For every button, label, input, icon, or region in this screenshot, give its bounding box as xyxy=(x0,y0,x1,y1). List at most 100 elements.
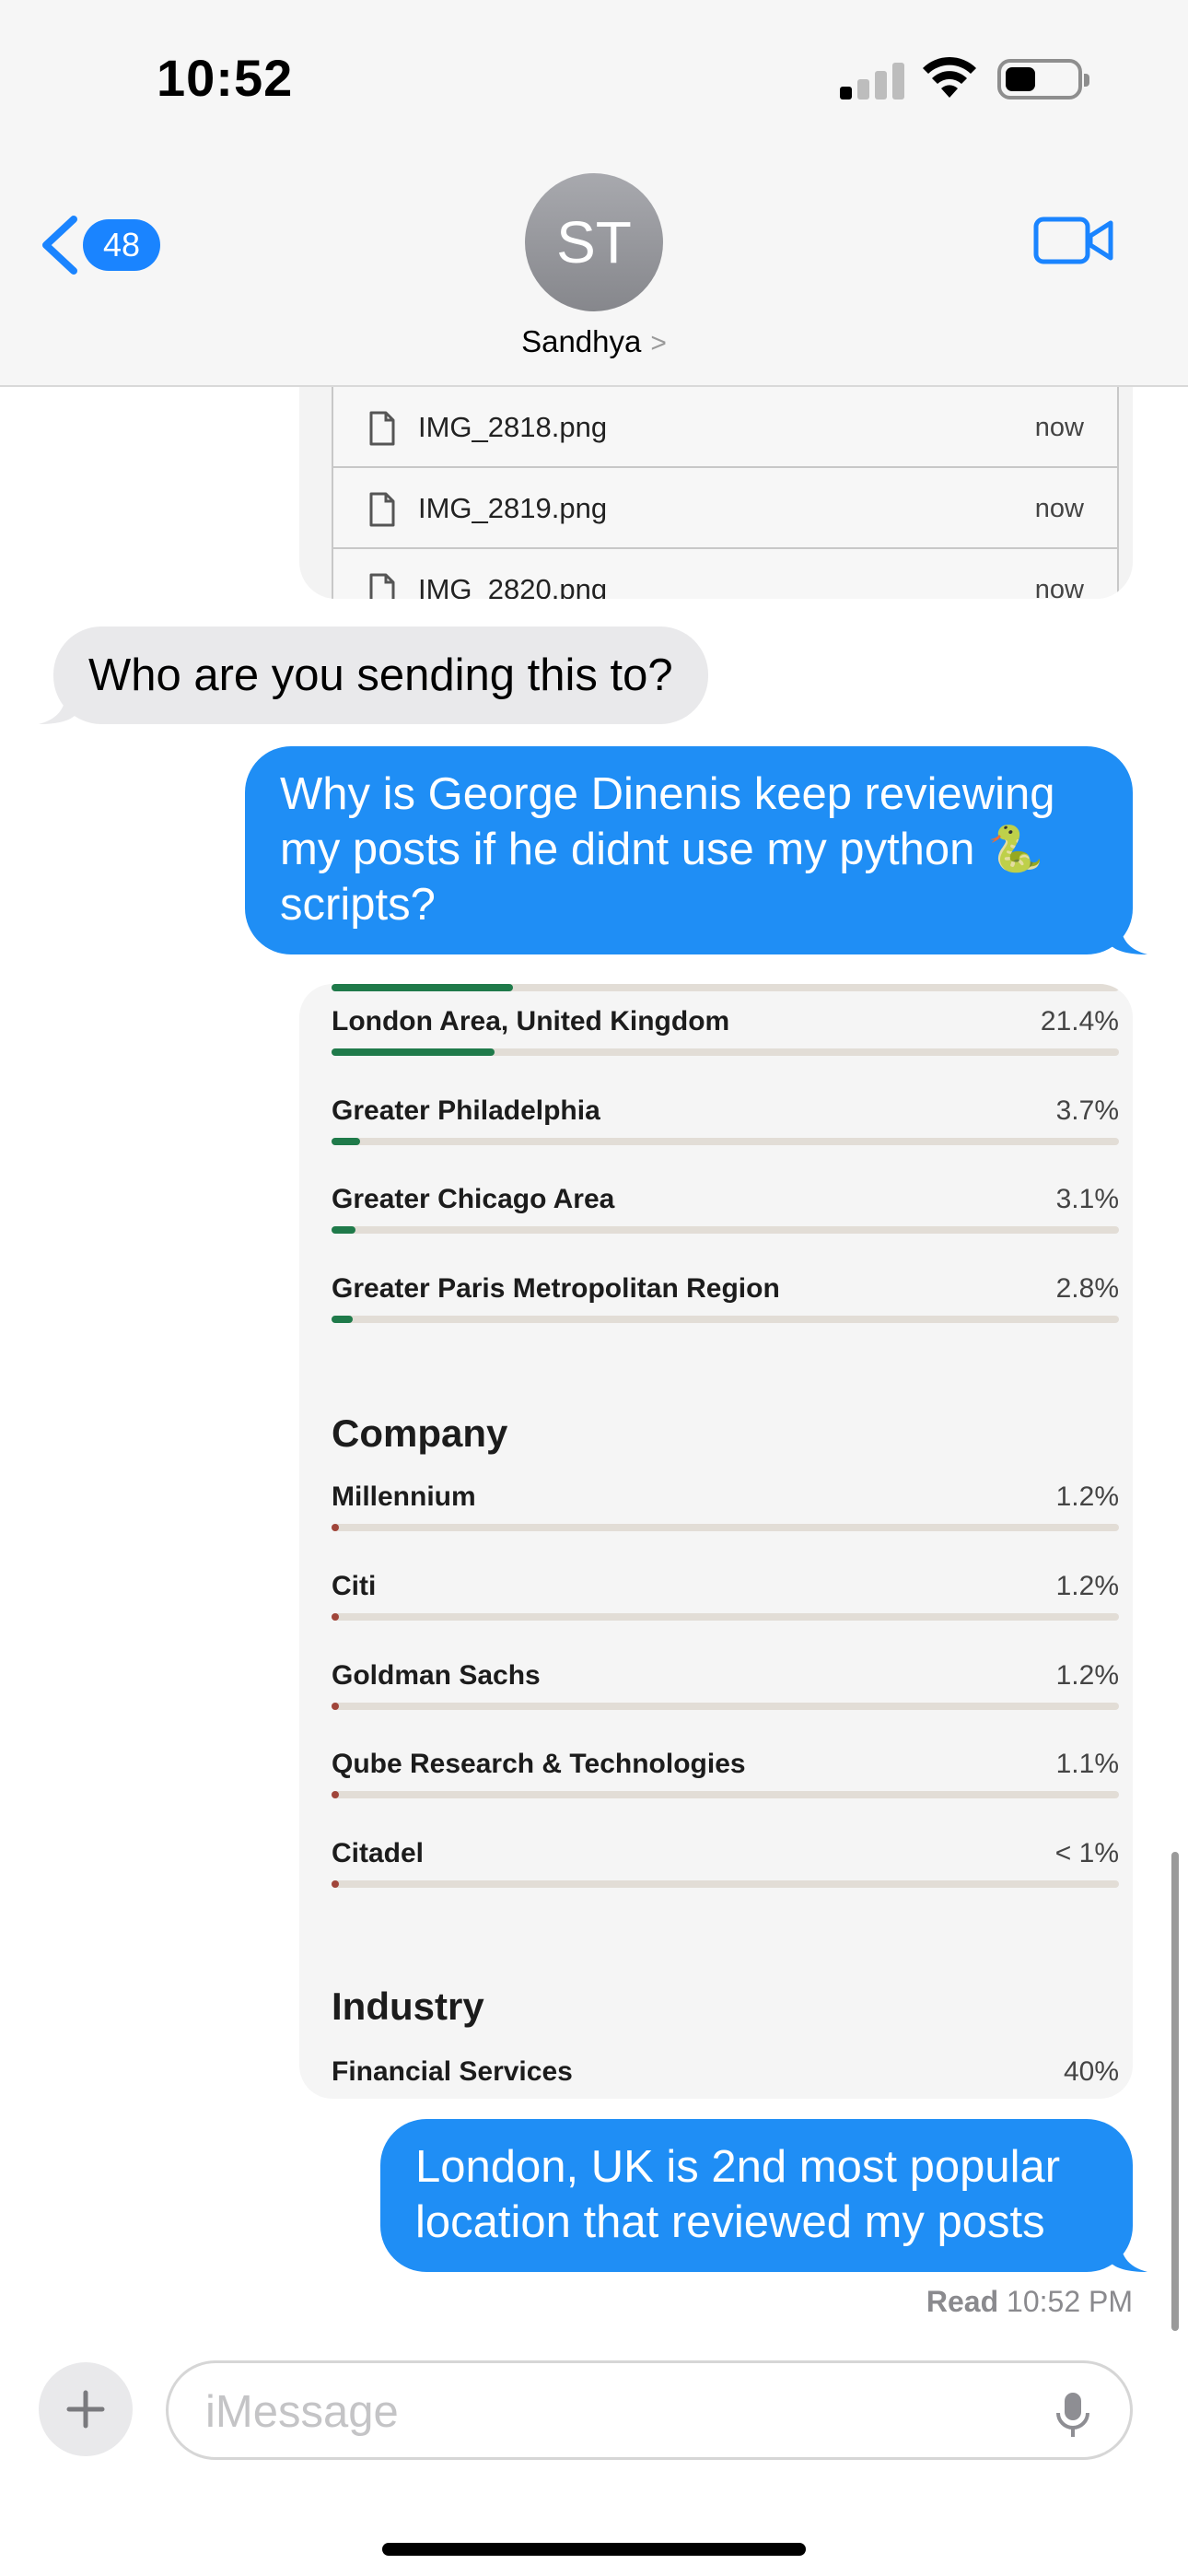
battery-icon xyxy=(997,59,1089,100)
stat-label: Citadel xyxy=(332,1838,425,1869)
stat-label: London Area, United Kingdom xyxy=(332,1006,730,1036)
stat-bar-fill xyxy=(332,1791,339,1799)
message-text: Why is George Dinenis keep reviewing my … xyxy=(280,769,1055,930)
stat-bar-fill xyxy=(332,1880,339,1889)
stat-bar-track xyxy=(332,1137,1119,1145)
stat-percentage: 3.1% xyxy=(1055,1184,1119,1214)
chevron-left-icon xyxy=(42,216,77,275)
document-icon xyxy=(369,492,395,527)
scroll-indicator[interactable] xyxy=(1171,1852,1179,2331)
stat-bar-track xyxy=(332,1524,1119,1531)
message-text: London, UK is 2nd most popular location … xyxy=(415,2142,1061,2247)
stat-label: Greater Philadelphia xyxy=(332,1095,600,1126)
unread-count-badge: 48 xyxy=(83,219,160,271)
stat-percentage: 1.2% xyxy=(1055,1570,1119,1601)
stat-row: Citadel < 1% xyxy=(332,1838,1119,1926)
stat-percentage: < 1% xyxy=(1054,1838,1119,1869)
composer-bar xyxy=(0,2340,1188,2576)
stat-row: Goldman Sachs 1.2% xyxy=(332,1660,1119,1749)
file-row[interactable]: IMG_2820.png now xyxy=(333,549,1117,599)
stat-row: Qube Research & Technologies 1.1% xyxy=(332,1749,1119,1837)
file-time: now xyxy=(1034,494,1084,523)
stat-bar-track xyxy=(332,1880,1119,1889)
document-icon xyxy=(369,411,395,446)
stat-label: Goldman Sachs xyxy=(332,1659,541,1691)
stat-row: Citi 1.2% xyxy=(332,1571,1119,1659)
section-title-company: Company xyxy=(332,1411,508,1455)
stat-label: Citi xyxy=(332,1570,377,1601)
file-name: IMG_2820.png xyxy=(418,573,608,599)
cellular-signal-icon xyxy=(840,61,904,100)
stat-bar-fill xyxy=(332,1137,360,1145)
stat-label: Greater Paris Metropolitan Region xyxy=(332,1272,780,1304)
message-input[interactable] xyxy=(205,2382,997,2442)
stat-row: Greater Philadelphia 3.7% xyxy=(332,1095,1119,1184)
stat-label: Greater Chicago Area xyxy=(332,1184,615,1214)
read-time: 10:52 PM xyxy=(1007,2285,1133,2318)
file-row[interactable]: IMG_2819.png now xyxy=(333,468,1117,549)
read-receipt: Read 10:52 PM xyxy=(926,2285,1133,2319)
file-time: now xyxy=(1034,575,1084,599)
section-title-industry: Industry xyxy=(332,1985,484,2028)
back-button[interactable]: 48 xyxy=(39,206,168,280)
stat-label: Qube Research & Technologies xyxy=(332,1749,746,1780)
contact-name: Sandhya xyxy=(521,324,642,358)
stat-bar-fill xyxy=(332,1524,339,1531)
bubble-tail xyxy=(1111,2235,1147,2272)
attachment-list-card[interactable]: IMG_2818.png now IMG_2819.png now IMG_2820.p… xyxy=(299,387,1133,599)
file-time: now xyxy=(1034,413,1084,442)
contact-avatar[interactable]: ST xyxy=(525,173,663,311)
file-list: IMG_2818.png now IMG_2819.png now IMG_2820.p… xyxy=(332,387,1119,599)
stat-bar-fill xyxy=(332,1226,355,1234)
conversation-header: 48 ST Sandhya > xyxy=(0,157,1188,387)
video-camera-icon[interactable] xyxy=(1033,210,1114,271)
wifi-icon xyxy=(923,56,976,98)
stat-label: Millennium xyxy=(332,1481,476,1512)
add-attachment-button[interactable] xyxy=(39,2362,133,2456)
incoming-message-bubble[interactable]: Who are you sending this to? xyxy=(39,626,708,724)
stat-row: Millennium 1.2% xyxy=(332,1481,1119,1570)
chevron-right-icon: > xyxy=(650,328,667,358)
stat-row: Greater Paris Metropolitan Region 2.8% xyxy=(332,1273,1119,1362)
bubble-tail xyxy=(39,687,76,724)
stat-bar-fill xyxy=(332,1315,353,1323)
stat-bar-track xyxy=(332,1791,1119,1799)
bubble-tail xyxy=(1111,918,1147,954)
file-row[interactable]: IMG_2818.png now xyxy=(333,387,1117,468)
analytics-screenshot-image[interactable]: London Area, United Kingdom 21.4% Greater … xyxy=(299,984,1133,2099)
outgoing-message-bubble[interactable]: London, UK is 2nd most popular location … xyxy=(380,2119,1147,2272)
stat-bar-fill xyxy=(332,1612,339,1621)
microphone-icon[interactable] xyxy=(1054,2391,1091,2439)
message-input-field[interactable] xyxy=(166,2360,1133,2460)
outgoing-message-bubble[interactable]: Why is George Dinenis keep reviewing my … xyxy=(245,746,1147,954)
read-label: Read xyxy=(926,2285,999,2318)
stat-bar-fill xyxy=(332,1048,495,1056)
file-name: IMG_2819.png xyxy=(418,492,608,524)
stat-percentage: 1.2% xyxy=(1055,1659,1119,1691)
stat-percentage: 2.8% xyxy=(1055,1272,1119,1304)
document-icon xyxy=(369,573,395,599)
stat-bar-track xyxy=(332,1226,1119,1234)
message-thread[interactable]: IMG_2818.png now IMG_2819.png now IMG_2820.p… xyxy=(0,387,1188,2359)
stat-percentage: 21.4% xyxy=(1040,1006,1119,1036)
status-bar: 10:52 xyxy=(0,0,1188,157)
status-time: 10:52 xyxy=(157,49,294,107)
stat-row: Greater Chicago Area 3.1% xyxy=(332,1184,1119,1272)
stat-bar-fill xyxy=(332,1702,339,1710)
plus-icon xyxy=(66,2390,105,2429)
truncated-progress-bar xyxy=(332,984,1119,991)
stat-percentage: 1.2% xyxy=(1055,1481,1119,1512)
stat-bar-track xyxy=(332,1612,1119,1621)
stat-row: London Area, United Kingdom 21.4% xyxy=(332,1006,1119,1095)
stat-bar-track xyxy=(332,1048,1119,1056)
home-indicator xyxy=(382,2543,806,2556)
stat-percentage: 40% xyxy=(1063,2056,1119,2087)
contact-name-button[interactable]: Sandhya > xyxy=(0,324,1188,359)
file-name: IMG_2818.png xyxy=(418,411,608,443)
stat-percentage: 3.7% xyxy=(1055,1095,1119,1126)
stat-row: Financial Services 40% xyxy=(332,2056,1119,2099)
stat-percentage: 1.1% xyxy=(1055,1749,1119,1780)
message-text: Who are you sending this to? xyxy=(88,650,673,700)
stat-bar-track xyxy=(332,1702,1119,1710)
stat-label: Financial Services xyxy=(332,2056,573,2087)
